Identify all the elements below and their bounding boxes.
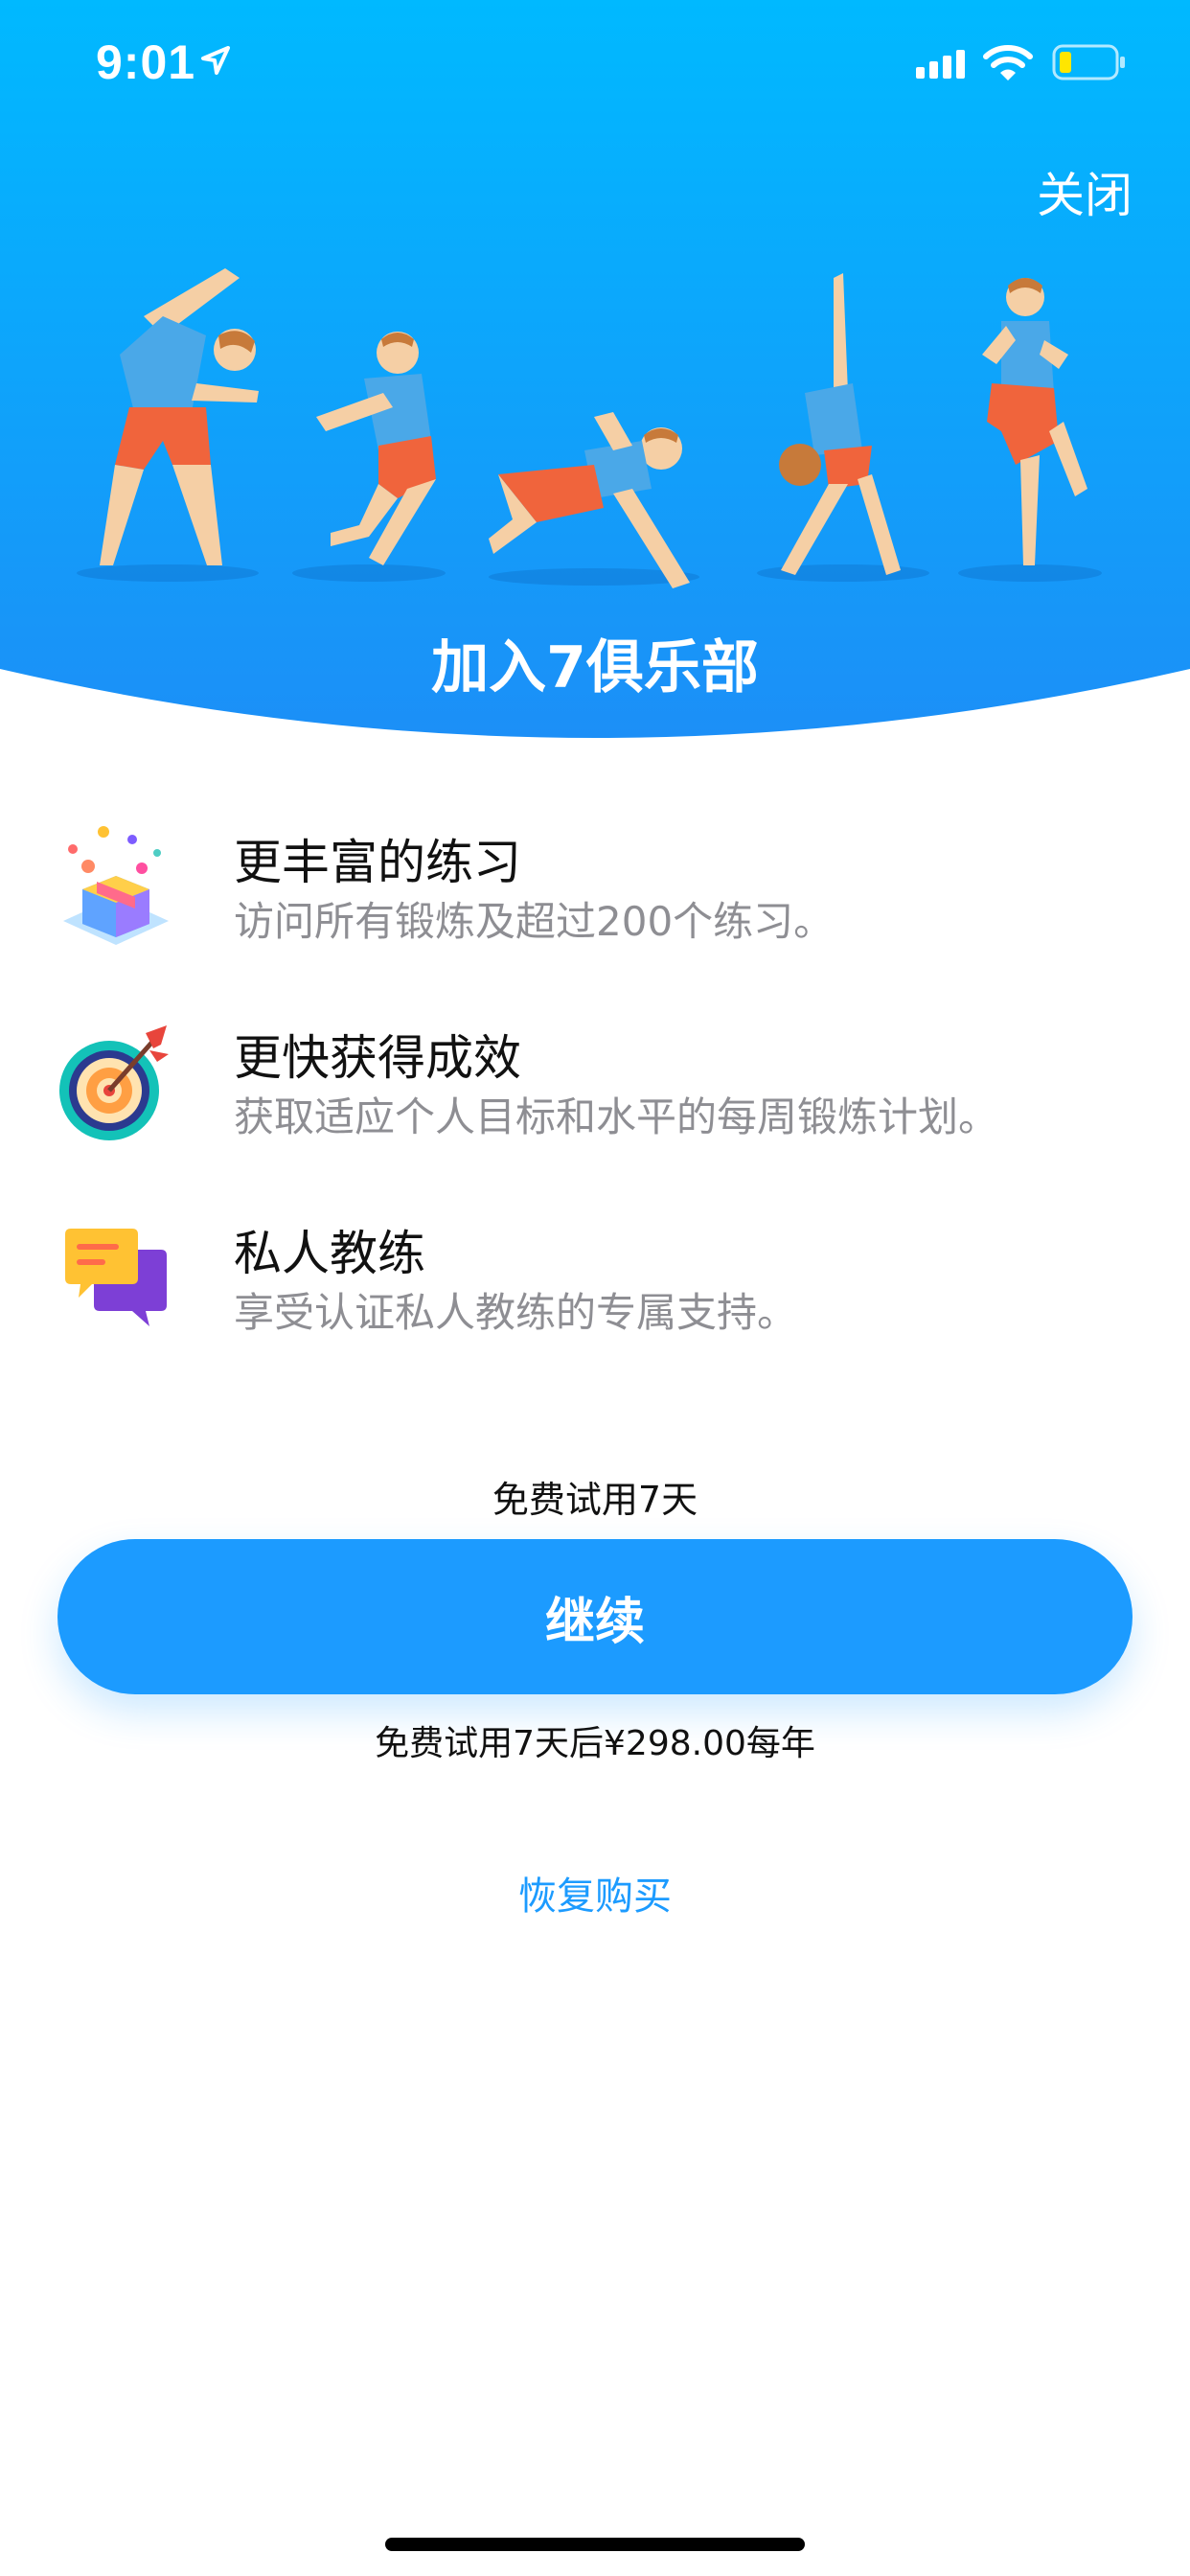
feature-title: 更快获得成效	[234, 1030, 521, 1086]
feature-description: 获取适应个人目标和水平的每周锻炼计划。	[234, 1093, 999, 1140]
feature-item-exercises: 更丰富的练习 访问所有锻炼及超过200个练习。	[54, 820, 1156, 954]
target-icon	[59, 1025, 169, 1140]
price-note: 免费试用7天后¥298.00每年	[375, 1724, 815, 1763]
page-title: 加入7俱乐部	[431, 634, 759, 702]
feature-title: 更丰富的练习	[234, 835, 521, 890]
close-button[interactable]: 关闭	[1037, 157, 1133, 226]
continue-button[interactable]: 继续	[57, 1539, 1133, 1694]
feature-title: 私人教练	[234, 1226, 425, 1281]
trial-label: 免费试用7天	[492, 1479, 698, 1521]
feature-description: 享受认证私人教练的专属支持。	[234, 1289, 798, 1336]
status-bar: 9:01	[0, 0, 1190, 125]
battery-icon	[1052, 44, 1125, 80]
home-indicator[interactable]	[385, 2538, 805, 2551]
wifi-icon	[983, 45, 1033, 80]
feature-item-results: 更快获得成效 获取适应个人目标和水平的每周锻炼计划。	[54, 1016, 1156, 1150]
location-arrow-icon	[201, 46, 230, 75]
feature-description: 访问所有锻炼及超过200个练习。	[234, 898, 835, 945]
chat-bubbles-icon	[65, 1229, 167, 1326]
exercise-figures-illustration	[77, 268, 1102, 588]
status-time: 9:01	[96, 35, 196, 89]
feature-item-personal-trainer: 私人教练 享受认证私人教练的专属支持。	[54, 1211, 1156, 1346]
gift-box-icon	[63, 826, 169, 945]
cellular-signal-icon	[916, 50, 965, 79]
restore-purchase-link[interactable]: 恢复购买	[0, 1865, 1190, 1920]
